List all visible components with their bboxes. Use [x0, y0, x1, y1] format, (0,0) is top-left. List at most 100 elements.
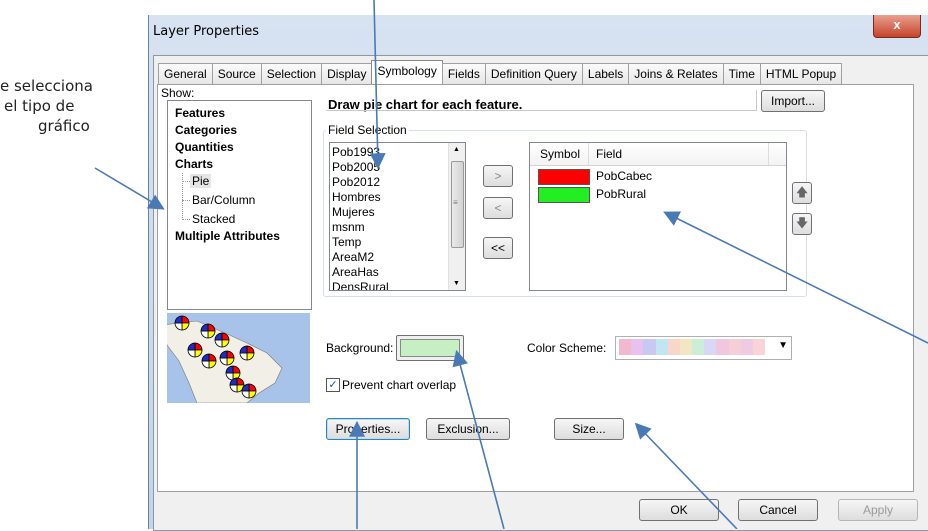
tree-connector: [182, 200, 190, 201]
background-color-button[interactable]: [396, 335, 464, 361]
field-name: PobRural: [596, 187, 647, 201]
apply-button[interactable]: Apply: [838, 499, 918, 521]
move-down-button[interactable]: 🡇: [792, 213, 812, 235]
tab-source[interactable]: Source: [211, 63, 262, 84]
chevron-down-icon[interactable]: ▼: [778, 340, 788, 351]
tree-item-quantities[interactable]: Quantities: [175, 140, 234, 154]
color-ramp-swatch: [728, 339, 741, 355]
tab-html-popup[interactable]: HTML Popup: [759, 63, 843, 84]
symbology-page: Show: Features Categories Quantities Cha…: [157, 84, 914, 492]
pie-marker: [239, 345, 255, 361]
tab-display[interactable]: Display: [321, 63, 373, 84]
available-field-item[interactable]: Mujeres: [332, 205, 389, 220]
color-ramp-swatch: [716, 339, 729, 355]
color-ramp-swatch: [619, 339, 632, 355]
column-header-symbol[interactable]: Symbol: [540, 147, 580, 161]
selected-fields-list[interactable]: Symbol Field PobCabec PobRural: [529, 142, 787, 291]
tree-item-pie[interactable]: Pie: [190, 174, 212, 188]
annotation-line-3: gráfico: [38, 117, 90, 135]
selected-fields-header: Symbol Field: [530, 143, 786, 166]
remove-all-fields-button[interactable]: <<: [483, 237, 513, 259]
field-name: PobCabec: [596, 169, 653, 183]
background-label: Background:: [326, 341, 394, 355]
annotation-line-2: el tipo de: [4, 97, 75, 115]
tab-fields[interactable]: Fields: [441, 63, 486, 84]
move-up-button[interactable]: 🡅: [792, 182, 812, 204]
color-ramp-swatch: [631, 339, 644, 355]
tab-general[interactable]: General: [158, 63, 213, 84]
add-field-button[interactable]: >: [483, 165, 513, 187]
pie-marker: [241, 383, 257, 399]
pie-marker: [174, 315, 190, 331]
show-label: Show:: [161, 86, 195, 100]
pie-marker: [219, 350, 235, 366]
available-field-item[interactable]: AreaHas: [332, 265, 389, 280]
window-title: Layer Properties: [153, 24, 260, 39]
tab-symbology[interactable]: Symbology: [371, 60, 443, 85]
layer-properties-window: Layer Properties x General Source Select…: [148, 15, 928, 531]
header-divider: [588, 143, 589, 165]
show-tree: Features Categories Quantities Charts Pi…: [167, 100, 312, 310]
available-field-item[interactable]: Pob1993: [332, 145, 389, 160]
available-fields-items: Pob1993 Pob2005 Pob2012 Hombres Mujeres msnm T…: [332, 145, 389, 290]
tab-labels[interactable]: Labels: [581, 63, 630, 84]
scroll-down-icon[interactable]: ▼: [453, 280, 460, 287]
cancel-button[interactable]: Cancel: [738, 499, 818, 521]
dialog-body: General Source Selection Display Symbolo…: [153, 55, 928, 531]
column-header-field[interactable]: Field: [596, 147, 622, 161]
color-ramp: [619, 339, 766, 355]
available-fields-list[interactable]: Pob1993 Pob2005 Pob2012 Hombres Mujeres msnm T…: [329, 142, 466, 291]
properties-button[interactable]: Properties...: [326, 418, 410, 440]
tab-joins-relates[interactable]: Joins & Relates: [628, 63, 724, 84]
available-field-item[interactable]: Hombres: [332, 190, 389, 205]
description-box: [326, 90, 757, 111]
available-fields-scrollbar[interactable]: ▲ ≡ ▼: [448, 143, 465, 290]
chart-preview-map: [167, 313, 310, 403]
scroll-up-icon[interactable]: ▲: [453, 146, 460, 153]
tree-item-bar-column[interactable]: Bar/Column: [192, 193, 255, 207]
available-field-item[interactable]: msnm: [332, 220, 389, 235]
color-ramp-swatch: [752, 339, 766, 355]
tree-item-stacked[interactable]: Stacked: [192, 212, 235, 226]
scroll-grip-icon: ≡: [453, 198, 458, 207]
annotation-text: e selecciona el tipo de gráfico: [0, 76, 122, 136]
pie-marker: [214, 332, 230, 348]
annotation-line-1: e selecciona: [0, 77, 93, 95]
available-field-item[interactable]: Pob2005: [332, 160, 389, 175]
exclusion-button[interactable]: Exclusion...: [426, 418, 510, 440]
arrow-up-icon: 🡅: [795, 185, 809, 199]
field-selection-label: Field Selection: [326, 123, 409, 137]
tree-item-features[interactable]: Features: [175, 106, 225, 120]
prevent-overlap-checkbox[interactable]: ✓: [326, 378, 340, 392]
pie-marker: [187, 342, 203, 358]
ok-button[interactable]: OK: [639, 499, 719, 521]
tree-connector: [182, 181, 190, 182]
available-field-item[interactable]: DensRural: [332, 280, 389, 290]
pie-marker: [200, 323, 216, 339]
tree-item-charts[interactable]: Charts: [175, 157, 213, 171]
tree-connector: [182, 219, 190, 220]
pie-marker: [201, 353, 217, 369]
tab-time[interactable]: Time: [722, 63, 761, 84]
prevent-overlap-label: Prevent chart overlap: [342, 378, 457, 392]
color-ramp-swatch: [692, 339, 705, 355]
size-button[interactable]: Size...: [554, 418, 624, 440]
color-ramp-swatch: [740, 339, 753, 355]
tree-item-categories[interactable]: Categories: [175, 123, 237, 137]
tab-strip: General Source Selection Display Symbolo…: [158, 60, 843, 85]
color-ramp-swatch: [667, 339, 680, 355]
tab-definition-query[interactable]: Definition Query: [484, 63, 583, 84]
remove-field-button[interactable]: <: [483, 197, 513, 219]
close-button[interactable]: x: [873, 15, 921, 38]
available-field-item[interactable]: AreaM2: [332, 250, 389, 265]
available-field-item[interactable]: Pob2012: [332, 175, 389, 190]
color-scheme-label: Color Scheme:: [527, 341, 607, 355]
import-button[interactable]: Import...: [761, 90, 825, 112]
tree-item-multiple-attributes[interactable]: Multiple Attributes: [175, 229, 280, 243]
map-preview-graphic: [167, 315, 283, 403]
symbol-swatch[interactable]: [538, 187, 590, 203]
tab-selection[interactable]: Selection: [260, 63, 323, 84]
color-scheme-dropdown[interactable]: ▼: [615, 336, 792, 360]
available-field-item[interactable]: Temp: [332, 235, 389, 250]
symbol-swatch[interactable]: [538, 169, 590, 185]
